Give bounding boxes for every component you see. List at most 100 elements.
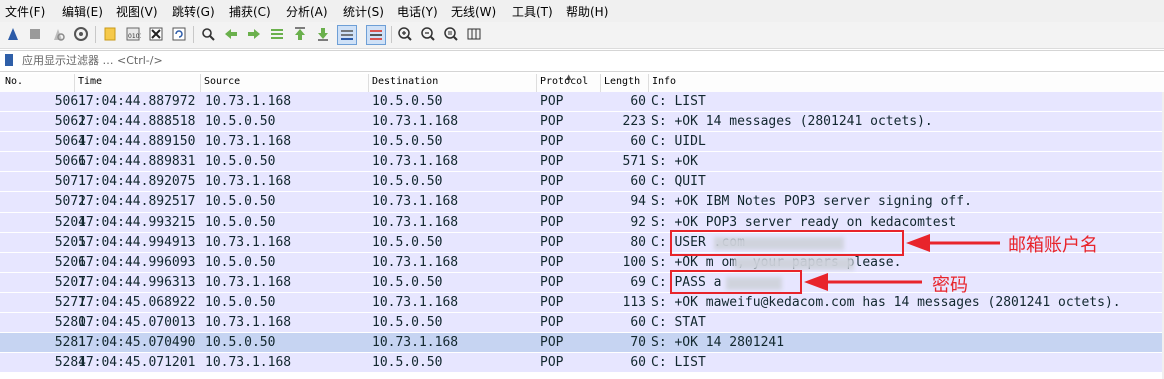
menu-wireless[interactable]: 无线(W) [451, 3, 496, 20]
go-forward-icon[interactable] [245, 25, 263, 43]
packet-row[interactable]: 5062 17:04:44.888518 10.5.0.50 10.73.1.168 P… [0, 112, 1164, 133]
stop-capture-icon[interactable] [26, 25, 44, 43]
menu-telephony[interactable]: 电话(Y) [397, 3, 438, 20]
toolbar-separator [95, 26, 96, 43]
column-header-info[interactable]: Info [652, 76, 676, 87]
packet-row[interactable]: 5206 17:04:44.996093 10.5.0.50 10.73.1.168 P… [0, 252, 1164, 273]
column-header-destination[interactable]: Destination [372, 76, 438, 87]
column-divider[interactable] [200, 74, 201, 92]
resize-columns-icon[interactable] [465, 25, 483, 43]
packet-row[interactable]: 5072 17:04:44.892517 10.5.0.50 10.73.1.168 P… [0, 192, 1164, 213]
column-header-no[interactable]: No. [5, 76, 23, 87]
packet-row[interactable]: 5204 17:04:44.993215 10.5.0.50 10.73.1.168 P… [0, 212, 1164, 233]
main-toolbar: 0101 [0, 22, 1164, 49]
column-header-protocol[interactable]: Protocol [540, 76, 588, 87]
zoom-out-icon[interactable] [419, 25, 437, 43]
menu-statistics[interactable]: 统计(S) [343, 3, 384, 20]
autoscroll-icon[interactable] [337, 25, 357, 45]
go-back-icon[interactable] [222, 25, 240, 43]
column-divider[interactable] [648, 74, 649, 92]
menu-view[interactable]: 视图(V) [116, 3, 158, 20]
packet-row[interactable]: 5066 17:04:44.889831 10.5.0.50 10.73.1.168 P… [0, 152, 1164, 173]
open-file-icon[interactable] [101, 25, 119, 43]
packet-source: 10.5.0.50 [205, 214, 276, 230]
packet-row[interactable]: 5071 17:04:44.892075 10.73.1.168 10.5.0.50 P… [0, 172, 1164, 193]
packet-protocol: POP [540, 214, 564, 230]
go-to-packet-icon[interactable] [268, 25, 286, 43]
packet-protocol: POP [540, 254, 564, 270]
packet-row[interactable]: 5205 17:04:44.994913 10.73.1.168 10.5.0.50 P… [0, 232, 1164, 253]
display-filter-input[interactable]: 应用显示过滤器 … <Ctrl-/> [22, 52, 1162, 69]
capture-options-icon[interactable] [72, 25, 90, 43]
packet-time: 17:04:45.070013 [78, 315, 196, 331]
packet-row[interactable]: 5284 17:04:45.071201 10.73.1.168 10.5.0.50 P… [0, 353, 1164, 374]
packet-length: 60 [630, 315, 646, 331]
save-file-icon[interactable]: 0101 [124, 25, 142, 43]
packet-time: 17:04:44.887972 [78, 94, 196, 109]
find-packet-icon[interactable] [199, 25, 217, 43]
packet-row[interactable]: 5064 17:04:44.889150 10.73.1.168 10.5.0.50 P… [0, 132, 1164, 153]
menu-help[interactable]: 帮助(H) [566, 3, 608, 20]
shark-fin-start-icon[interactable] [4, 25, 22, 43]
email-account-note: 邮箱账户名 [1008, 235, 1098, 256]
packet-length: 60 [630, 134, 646, 150]
colorize-icon[interactable] [366, 25, 386, 45]
menu-edit[interactable]: 编辑(E) [62, 3, 103, 20]
toolbar-separator [193, 26, 194, 43]
zoom-in-icon[interactable] [396, 25, 414, 43]
packet-source: 10.73.1.168 [205, 134, 292, 150]
packet-time: 17:04:44.889150 [78, 134, 196, 150]
packet-length: 80 [630, 234, 646, 250]
packet-row[interactable]: 5280 17:04:45.070013 10.73.1.168 10.5.0.50 P… [0, 313, 1164, 334]
packet-time: 17:04:44.892075 [78, 174, 196, 190]
packet-list-header: No. Time Source Destination ▲ Protocol L… [0, 73, 1164, 93]
username-highlight-box [670, 230, 904, 256]
packet-row[interactable]: 5277 17:04:45.068922 10.5.0.50 10.73.1.168 P… [0, 292, 1164, 314]
packet-time: 17:04:45.070490 [78, 335, 196, 351]
packet-protocol: POP [540, 174, 564, 190]
packet-row[interactable]: 5207 17:04:44.996313 10.73.1.168 10.5.0.50 P… [0, 272, 1164, 293]
packet-time: 17:04:45.071201 [78, 355, 196, 371]
packet-destination: 10.73.1.168 [372, 114, 459, 130]
packet-info: C: LIST [651, 94, 706, 109]
packet-protocol: POP [540, 335, 564, 351]
redacted-mailbox [734, 256, 854, 270]
normal-size-icon[interactable] [442, 25, 460, 43]
packet-source: 10.73.1.168 [205, 315, 292, 331]
packet-source: 10.5.0.50 [205, 114, 276, 130]
menu-go[interactable]: 跳转(G) [172, 3, 215, 20]
column-divider[interactable] [600, 74, 601, 92]
column-header-source[interactable]: Source [204, 76, 240, 87]
packet-protocol: POP [540, 355, 564, 371]
packet-info: S: +OK IBM Notes POP3 server signing off… [651, 194, 972, 210]
menu-capture[interactable]: 捕获(C) [229, 3, 271, 20]
reload-file-icon[interactable] [170, 25, 188, 43]
column-divider[interactable] [74, 74, 75, 92]
packet-destination: 10.5.0.50 [372, 315, 443, 331]
packet-destination: 10.73.1.168 [372, 254, 459, 270]
packet-destination: 10.73.1.168 [372, 194, 459, 210]
column-header-length[interactable]: Length [604, 76, 640, 87]
bookmark-icon[interactable] [5, 54, 13, 66]
packet-protocol: POP [540, 114, 564, 130]
packet-row-selected[interactable]: 5281 17:04:45.070490 10.5.0.50 10.73.1.168 P… [0, 333, 1164, 354]
close-file-icon[interactable] [147, 25, 165, 43]
packet-source: 10.5.0.50 [205, 154, 276, 170]
last-packet-icon[interactable] [314, 25, 332, 43]
packet-protocol: POP [540, 194, 564, 210]
packet-destination: 10.73.1.168 [372, 335, 459, 351]
packet-time: 17:04:44.996093 [78, 254, 196, 270]
menu-tools[interactable]: 工具(T) [512, 3, 553, 20]
packet-protocol: POP [540, 274, 564, 290]
packet-length: 100 [622, 254, 646, 270]
packet-length: 113 [622, 294, 646, 310]
packet-length: 60 [630, 94, 646, 109]
menu-analyze[interactable]: 分析(A) [286, 3, 328, 20]
column-divider[interactable] [368, 74, 369, 92]
column-header-time[interactable]: Time [78, 76, 102, 87]
restart-capture-icon[interactable] [49, 25, 67, 43]
packet-row[interactable]: 5061 17:04:44.887972 10.73.1.168 10.5.0.50 P… [0, 92, 1164, 113]
first-packet-icon[interactable] [291, 25, 309, 43]
menu-file[interactable]: 文件(F) [5, 3, 45, 20]
column-divider[interactable] [536, 74, 537, 92]
